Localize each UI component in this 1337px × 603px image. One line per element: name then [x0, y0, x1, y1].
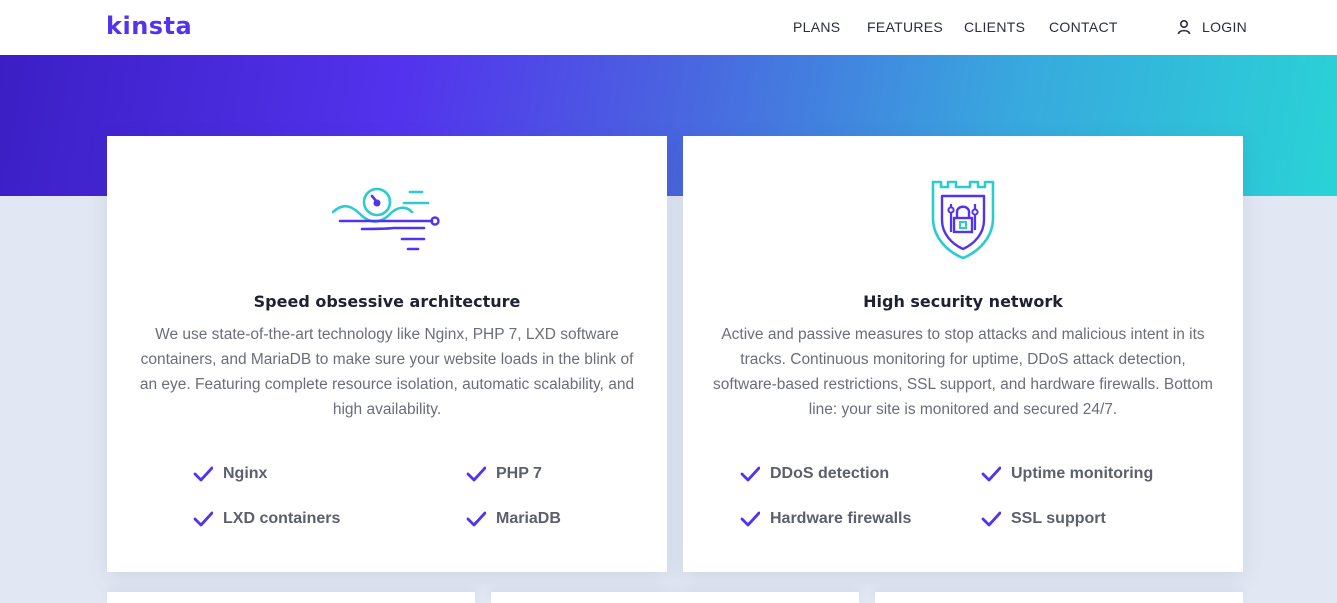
feature-label: MariaDB	[496, 510, 561, 527]
nav-features[interactable]: FEATURES	[867, 19, 943, 35]
nav-clients[interactable]: CLIENTS	[964, 19, 1025, 35]
feature-item-nginx: Nginx	[193, 463, 267, 485]
feature-item-uptime: Uptime monitoring	[981, 463, 1153, 485]
feature-label: SSL support	[1011, 510, 1106, 527]
next-card-1	[107, 592, 475, 603]
check-icon	[193, 511, 213, 527]
check-icon	[193, 466, 213, 482]
feature-label: Uptime monitoring	[1011, 465, 1154, 482]
feature-item-mariadb: MariaDB	[466, 508, 561, 530]
card-description: We use state-of-the-art technology like …	[139, 326, 635, 418]
nav-plans[interactable]: PLANS	[793, 19, 840, 35]
feature-item-php7: PHP 7	[466, 463, 542, 485]
nav-contact[interactable]: CONTACT	[1049, 19, 1118, 35]
login-label: LOGIN	[1202, 19, 1248, 35]
speed-icon	[332, 187, 440, 251]
check-icon	[466, 511, 486, 527]
user-icon	[1177, 19, 1191, 35]
feature-item-ssl: SSL support	[981, 508, 1106, 530]
check-icon	[981, 511, 1001, 527]
feature-item-ddos: DDoS detection	[740, 463, 889, 485]
next-card-2	[491, 592, 859, 603]
security-shield-icon	[931, 180, 995, 260]
kinsta-logo[interactable]: kinsta	[106, 13, 192, 39]
feature-item-lxd: LXD containers	[193, 508, 340, 530]
card-description: Active and passive measures to stop atta…	[713, 326, 1213, 418]
check-icon	[466, 466, 486, 482]
feature-label: DDoS detection	[770, 465, 890, 482]
top-navigation: kinsta PLANS FEATURES CLIENTS CONTACT LO…	[0, 0, 1337, 55]
login-link[interactable]: LOGIN	[1176, 18, 1247, 36]
feature-label: LXD containers	[223, 510, 341, 527]
feature-item-firewalls: Hardware firewalls	[740, 508, 911, 530]
next-card-3	[875, 592, 1243, 603]
card-title: High security network	[863, 292, 1063, 311]
check-icon	[981, 466, 1001, 482]
feature-label: PHP 7	[496, 465, 542, 482]
check-icon	[740, 511, 760, 527]
feature-label: Nginx	[223, 465, 268, 482]
card-title: Speed obsessive architecture	[253, 292, 521, 311]
feature-card-security: High security network Active and passive…	[683, 136, 1243, 572]
check-icon	[740, 466, 760, 482]
feature-label: Hardware firewalls	[770, 510, 912, 527]
feature-card-speed: Speed obsessive architecture We use stat…	[107, 136, 667, 572]
